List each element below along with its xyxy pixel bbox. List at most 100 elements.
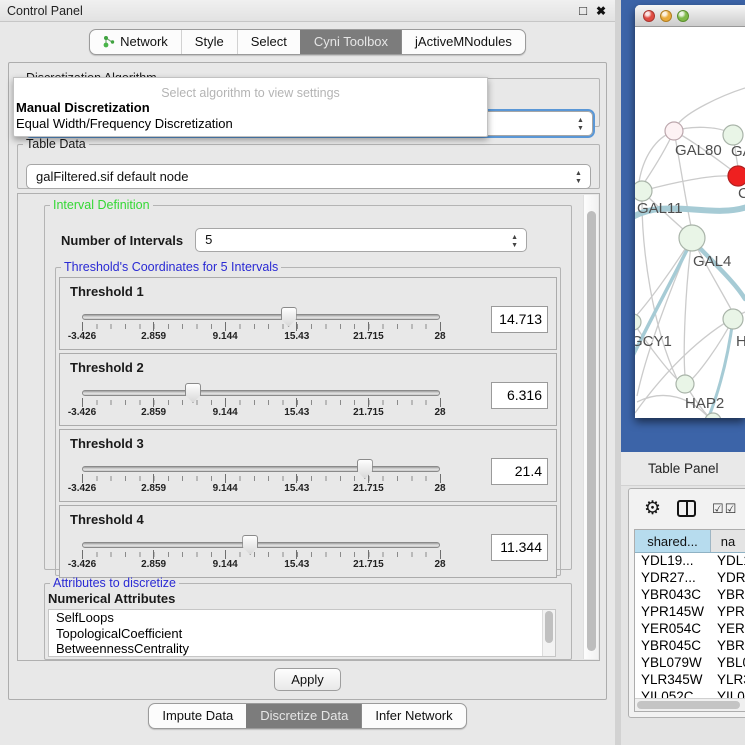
network-node[interactable]	[705, 413, 721, 418]
threshold-slider[interactable]: -3.4262.8599.14415.4321.71528	[82, 390, 440, 420]
dropdown-option-manual-discretization[interactable]: Manual Discretization	[14, 100, 487, 116]
scrollbar-thumb[interactable]	[637, 701, 740, 709]
slider-major-tick	[296, 398, 297, 407]
network-edge[interactable]	[637, 238, 692, 396]
dropdown-option-equal-width-frequency[interactable]: Equal Width/Frequency Discretization	[14, 116, 487, 132]
table-panel-card: ⚙ ☑ ☑ shared...na YDL19...YDL1YDR27...YD…	[628, 488, 745, 718]
table-panel-header: Table Panel	[621, 452, 745, 486]
slider-tick-label: 21.715	[353, 559, 384, 570]
attribute-list-item[interactable]: TopologicalCoefficient	[49, 626, 555, 642]
table-data-combo-value: galFiltered.sif default node	[36, 169, 188, 184]
network-node[interactable]	[635, 181, 652, 201]
table-cell: YER0	[711, 621, 745, 638]
network-edge[interactable]	[635, 238, 692, 317]
table-data-combo[interactable]: galFiltered.sif default node ▲▼	[26, 164, 591, 189]
node-table: shared...na YDL19...YDL1YDR27...YDR2YBR0…	[634, 529, 745, 712]
apply-button[interactable]: Apply	[274, 668, 341, 691]
bottom-tab-infer-network[interactable]: Infer Network	[361, 704, 465, 728]
network-view-window[interactable]: GAL80GACGAL11GAL4GCY1HHAP2	[635, 5, 745, 418]
tab-label: Cyni Toolbox	[314, 34, 388, 49]
slider-major-tick	[225, 550, 226, 559]
network-node[interactable]	[665, 122, 683, 140]
network-edge[interactable]	[642, 176, 729, 191]
network-node[interactable]	[635, 314, 641, 330]
tab-jactivemnodules[interactable]: jActiveMNodules	[401, 30, 525, 54]
network-node[interactable]	[676, 375, 694, 393]
network-node[interactable]	[723, 125, 743, 145]
slider-tick-label: 9.144	[213, 407, 238, 418]
slider-track[interactable]	[82, 314, 440, 320]
close-window-button[interactable]	[643, 10, 655, 22]
slider-tick-label: -3.426	[68, 407, 96, 418]
numerical-attributes-list[interactable]: SelfLoopsTopologicalCoefficientBetweenne…	[48, 609, 556, 657]
network-graph[interactable]: GAL80GACGAL11GAL4GCY1HHAP2	[635, 28, 745, 418]
split-columns-icon[interactable]	[677, 500, 696, 517]
bottom-tab-impute-data[interactable]: Impute Data	[149, 704, 246, 728]
threshold-value-field[interactable]: 21.4	[491, 458, 548, 485]
tab-select[interactable]: Select	[237, 30, 300, 54]
network-node-label: C	[738, 185, 745, 202]
slider-major-tick	[368, 550, 369, 559]
network-edge[interactable]	[678, 88, 745, 124]
table-data-group-title: Table Data	[23, 137, 89, 151]
threshold-value-field[interactable]: 14.713	[491, 306, 548, 333]
combo-spinner-icon[interactable]: ▲▼	[576, 113, 585, 135]
float-window-icon[interactable]: □	[579, 0, 587, 22]
table-row[interactable]: YPR145WYPR1	[635, 604, 745, 621]
attribute-list-item[interactable]: SelfLoops	[49, 610, 555, 626]
threshold-value-field[interactable]: 11.344	[491, 534, 548, 561]
slider-tick-label: 15.43	[284, 407, 309, 418]
combo-spinner-icon[interactable]: ▲▼	[510, 230, 519, 252]
close-panel-icon[interactable]: ✖	[596, 0, 606, 22]
bottom-tab-label: Discretize Data	[260, 708, 348, 723]
settings-gear-icon[interactable]: ⚙	[644, 499, 661, 518]
tab-network[interactable]: Network	[90, 30, 181, 54]
threshold-slider[interactable]: -3.4262.8599.14415.4321.71528	[82, 466, 440, 496]
table-horizontal-scrollbar[interactable]	[635, 698, 745, 711]
table-cell: YPR145W	[635, 604, 711, 621]
threshold-slider[interactable]: -3.4262.8599.14415.4321.71528	[82, 314, 440, 344]
network-node[interactable]	[723, 309, 743, 329]
table-row[interactable]: YBL079WYBL0	[635, 655, 745, 672]
network-window-titlebar[interactable]	[635, 5, 745, 27]
checkbox-icon[interactable]: ☑	[725, 502, 737, 515]
threshold-label: Threshold 2	[70, 360, 144, 375]
table-row[interactable]: YBR043CYBR0	[635, 587, 745, 604]
slider-tick-label: 28	[434, 483, 445, 494]
checkbox-icons: ☑ ☑	[712, 502, 736, 515]
combo-spinner-icon[interactable]: ▲▼	[574, 166, 583, 188]
network-canvas[interactable]: GAL80GACGAL11GAL4GCY1HHAP2	[635, 28, 745, 418]
checkbox-icon[interactable]: ☑	[712, 502, 724, 515]
scrollbar-thumb[interactable]	[587, 211, 596, 651]
zoom-window-button[interactable]	[677, 10, 689, 22]
slider-track[interactable]	[82, 466, 440, 472]
slider-track[interactable]	[82, 542, 440, 548]
scrollbar-thumb[interactable]	[545, 611, 553, 643]
table-row[interactable]: YER054CYER0	[635, 621, 745, 638]
network-node[interactable]	[728, 166, 745, 186]
table-row[interactable]: YLR345WYLR3	[635, 672, 745, 689]
table-cell: YER054C	[635, 621, 711, 638]
attributes-list-scrollbar[interactable]	[542, 610, 555, 656]
threshold-value-field[interactable]: 6.316	[491, 382, 548, 409]
table-column-header[interactable]: shared...	[635, 530, 711, 552]
attribute-list-item[interactable]: BetweennessCentrality	[49, 641, 555, 657]
table-cell: YBR0	[711, 587, 745, 604]
tab-style[interactable]: Style	[181, 30, 237, 54]
table-row[interactable]: YBR045CYBR0	[635, 638, 745, 655]
bottom-tab-bar: Impute Data Discretize Data Infer Network	[0, 703, 615, 729]
table-row[interactable]: YDL19...YDL1	[635, 553, 745, 570]
bottom-tab-discretize-data[interactable]: Discretize Data	[246, 704, 361, 728]
table-column-header[interactable]: na	[711, 530, 745, 552]
minimize-window-button[interactable]	[660, 10, 672, 22]
slider-track[interactable]	[82, 390, 440, 396]
settings-vertical-scrollbar[interactable]	[583, 195, 598, 659]
network-edge[interactable]	[684, 238, 692, 376]
tab-cyni-toolbox[interactable]: Cyni Toolbox	[300, 30, 401, 54]
network-node[interactable]	[679, 225, 705, 251]
number-of-intervals-combo[interactable]: 5 ▲▼	[195, 228, 527, 252]
slider-major-tick	[296, 322, 297, 331]
threshold-slider[interactable]: -3.4262.8599.14415.4321.71528	[82, 542, 440, 572]
table-row[interactable]: YDR27...YDR2	[635, 570, 745, 587]
tab-label: Select	[251, 34, 287, 49]
